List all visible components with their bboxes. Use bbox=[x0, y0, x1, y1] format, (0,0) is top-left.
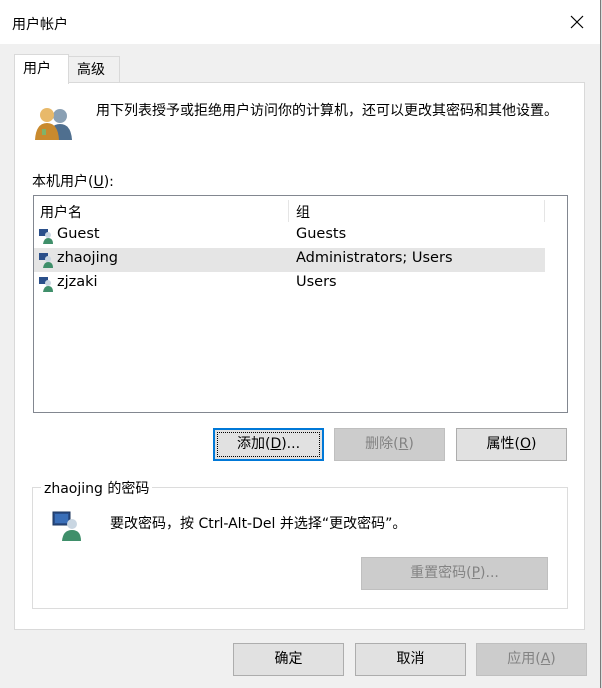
column-divider[interactable] bbox=[288, 200, 289, 222]
tab-bar: 用户 高级 bbox=[0, 44, 600, 84]
add-user-button[interactable]: 添加(D)... bbox=[213, 428, 324, 461]
user-icon bbox=[39, 277, 53, 292]
local-users-label: 本机用户(U): bbox=[32, 174, 114, 190]
user-accounts-dialog: 用户帐户 用户 高级 用下列表授予或拒绝用户访问你的计算机，还可以更改其密码和其… bbox=[0, 0, 601, 688]
password-group-title: zhaojing 的密码 bbox=[41, 478, 153, 498]
window-title: 用户帐户 bbox=[12, 17, 68, 33]
user-row-zjzaki[interactable]: zjzaki Users bbox=[34, 272, 545, 296]
close-button[interactable] bbox=[554, 0, 600, 44]
title-bar: 用户帐户 bbox=[0, 0, 600, 44]
user-icon bbox=[39, 229, 53, 244]
user-icon bbox=[39, 253, 53, 268]
user-name: zhaojing bbox=[57, 250, 119, 266]
column-header-group[interactable]: 组 bbox=[296, 202, 310, 222]
user-password-icon bbox=[52, 511, 81, 541]
tab-advanced[interactable]: 高级 bbox=[68, 56, 120, 82]
users-list[interactable]: 用户名 组 Guest Guests zhaojing Administrato… bbox=[33, 195, 568, 413]
intro-text: 用下列表授予或拒绝用户访问你的计算机，还可以更改其密码和其他设置。 bbox=[96, 103, 558, 119]
user-row-guest[interactable]: Guest Guests bbox=[34, 224, 545, 248]
focus-rect bbox=[217, 432, 320, 457]
user-row-zhaojing[interactable]: zhaojing Administrators; Users bbox=[34, 248, 545, 272]
tab-advanced-label: 高级 bbox=[77, 62, 105, 78]
user-group: Administrators; Users bbox=[296, 250, 453, 266]
close-icon bbox=[570, 15, 584, 29]
user-name: zjzaki bbox=[57, 274, 98, 290]
change-password-hint: 要改密码，按 Ctrl-Alt-Del 并选择“更改密码”。 bbox=[110, 516, 407, 532]
apply-button[interactable]: 应用(A) bbox=[476, 643, 587, 676]
cancel-button[interactable]: 取消 bbox=[355, 643, 466, 676]
users-list-header: 用户名 组 bbox=[34, 196, 567, 225]
ok-button[interactable]: 确定 bbox=[233, 643, 344, 676]
properties-button[interactable]: 属性(O) bbox=[456, 428, 567, 461]
user-group: Users bbox=[296, 274, 337, 290]
column-divider[interactable] bbox=[544, 200, 545, 222]
password-groupbox bbox=[32, 487, 568, 609]
reset-password-button[interactable]: 重置密码(P)... bbox=[361, 557, 548, 590]
user-name: Guest bbox=[57, 226, 100, 242]
users-tab-panel: 用下列表授予或拒绝用户访问你的计算机，还可以更改其密码和其他设置。 本机用户(U… bbox=[14, 82, 585, 630]
remove-user-button[interactable]: 删除(R) bbox=[334, 428, 445, 461]
users-icon bbox=[35, 108, 72, 140]
user-group: Guests bbox=[296, 226, 347, 242]
column-header-username[interactable]: 用户名 bbox=[40, 202, 82, 222]
tab-users-label: 用户 bbox=[23, 61, 51, 77]
tab-users[interactable]: 用户 bbox=[14, 54, 69, 84]
